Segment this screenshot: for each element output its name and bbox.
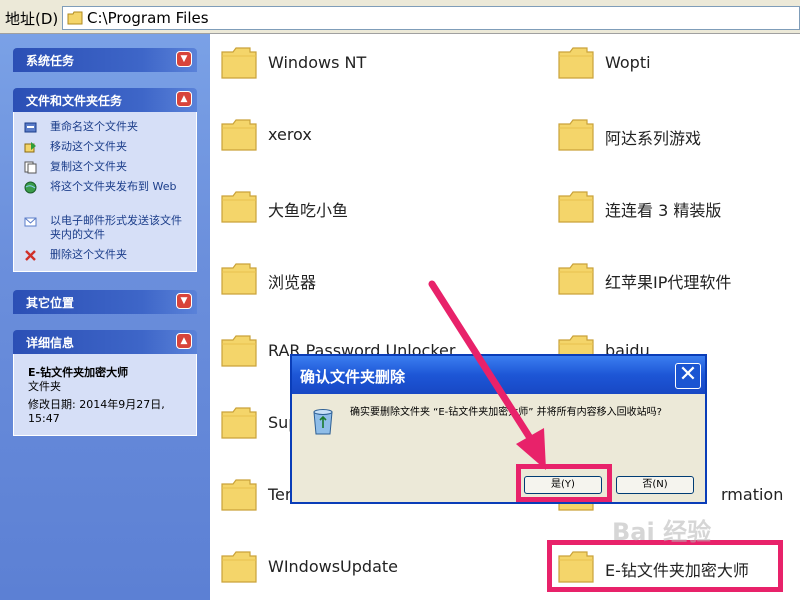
task-label: 将这个文件夹发布到 Web bbox=[50, 180, 177, 193]
folder-icon bbox=[558, 47, 594, 79]
address-bar: 地址(D) C:\Program Files bbox=[0, 0, 800, 34]
folder-name: xerox bbox=[268, 125, 312, 144]
delete-icon bbox=[25, 250, 36, 261]
folder-icon bbox=[221, 191, 257, 223]
folder-name: rmation bbox=[721, 485, 784, 504]
folder-icon bbox=[221, 551, 257, 583]
folder-name: Ter bbox=[268, 485, 292, 504]
folder-name: WIndowsUpdate bbox=[268, 557, 398, 576]
task-label: 复制这个文件夹 bbox=[50, 160, 127, 173]
chevron-down-icon[interactable]: ▼ bbox=[176, 51, 192, 67]
panel-details[interactable]: 详细信息 ▲ bbox=[13, 330, 197, 354]
panel-details-body: E-钻文件夹加密大师 文件夹 修改日期: 2014年9月27日, 15:47 bbox=[13, 354, 197, 436]
task-label: 重命名这个文件夹 bbox=[50, 120, 138, 133]
address-input[interactable]: C:\Program Files bbox=[62, 6, 800, 30]
no-button[interactable]: 否(N) bbox=[616, 476, 694, 494]
highlight-box-yes bbox=[516, 464, 612, 502]
panel-file-folder-body: 重命名这个文件夹 移动这个文件夹 复制这个文件夹 将这个文件夹发布到 Web 以… bbox=[13, 112, 197, 272]
publish-web-icon bbox=[24, 181, 37, 194]
task-label: 删除这个文件夹 bbox=[50, 248, 127, 261]
chevron-down-icon[interactable]: ▼ bbox=[176, 293, 192, 309]
panel-file-folder-tasks[interactable]: 文件和文件夹任务 ▲ bbox=[13, 88, 197, 112]
dialog-titlebar[interactable]: 确认文件夹删除 ✕ bbox=[292, 356, 705, 394]
folder-icon bbox=[558, 191, 594, 223]
folder-icon bbox=[221, 47, 257, 79]
folder-name: 阿达系列游戏 bbox=[605, 129, 702, 148]
folder-icon bbox=[221, 407, 257, 439]
detail-modified: 修改日期: 2014年9月27日, 15:47 bbox=[28, 398, 165, 425]
panel-title: 其它位置 bbox=[26, 296, 75, 310]
panel-title: 文件和文件夹任务 bbox=[26, 94, 123, 108]
address-label: 地址(D) bbox=[5, 10, 59, 28]
task-label: 移动这个文件夹 bbox=[50, 140, 127, 153]
folder-name: 大鱼吃小鱼 bbox=[268, 201, 349, 220]
rename-icon bbox=[24, 122, 37, 133]
chevron-up-icon[interactable]: ▲ bbox=[176, 333, 192, 349]
recycle-bin-icon bbox=[313, 409, 333, 435]
folder-name: 浏览器 bbox=[268, 273, 317, 292]
folder-name: 连连看 3 精装版 bbox=[605, 201, 722, 220]
dialog-title: 确认文件夹删除 bbox=[300, 368, 406, 386]
watermark: Bai 经验 bbox=[612, 518, 712, 546]
dialog-message: 确实要删除文件夹 “E-钻文件夹加密大师” 并将所有内容移入回收站吗? bbox=[350, 407, 662, 418]
folder-icon bbox=[221, 479, 257, 511]
panel-other-places[interactable]: 其它位置 ▼ bbox=[13, 290, 197, 314]
move-icon bbox=[24, 142, 36, 153]
folder-icon bbox=[67, 11, 83, 25]
task-pane: 系统任务 ▼ 文件和文件夹任务 ▲ 重命名这个文件夹 移动这个文件夹 复制这个文… bbox=[0, 34, 210, 600]
panel-system-tasks[interactable]: 系统任务 ▼ bbox=[13, 48, 197, 72]
folder-icon bbox=[221, 263, 257, 295]
file-list: Windows NT Wopti xerox 阿达系列游戏 大鱼吃小鱼 连连看 … bbox=[210, 34, 800, 600]
task-label: 以电子邮件形式发送该文件夹内的文件 bbox=[50, 214, 182, 241]
folder-icon bbox=[558, 119, 594, 151]
close-icon[interactable]: ✕ bbox=[675, 363, 701, 389]
folder-name: Windows NT bbox=[268, 53, 367, 72]
folder-icon bbox=[221, 119, 257, 151]
folder-name: 红苹果IP代理软件 bbox=[605, 273, 732, 292]
panel-title: 详细信息 bbox=[26, 336, 75, 350]
confirm-delete-dialog: 确认文件夹删除 ✕ 确实要删除文件夹 “E-钻文件夹加密大师” 并将所有内容移入… bbox=[290, 354, 707, 504]
folder-icon bbox=[221, 335, 257, 367]
folder-name: Wopti bbox=[605, 53, 651, 72]
copy-icon bbox=[24, 161, 37, 174]
detail-type: 文件夹 bbox=[28, 380, 61, 393]
email-icon bbox=[24, 217, 37, 227]
chevron-up-icon[interactable]: ▲ bbox=[176, 91, 192, 107]
panel-title: 系统任务 bbox=[26, 54, 75, 68]
highlight-box-folder bbox=[547, 540, 783, 592]
address-path: C:\Program Files bbox=[87, 9, 209, 27]
folder-icon bbox=[558, 263, 594, 295]
